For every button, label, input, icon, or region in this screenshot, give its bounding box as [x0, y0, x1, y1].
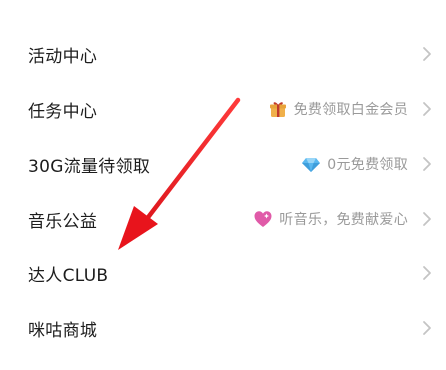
menu-item-label: 任务中心	[28, 101, 98, 122]
menu-item-label: 达人CLUB	[28, 265, 109, 286]
menu-item-task-center[interactable]: 任务中心 免费领取白金会员	[0, 82, 446, 136]
chevron-right-icon	[422, 320, 432, 336]
menu-item-migu-mall[interactable]: 咪咕商城	[0, 301, 446, 355]
menu-item-music-charity[interactable]: 音乐公益 听音乐，免费献爱心	[0, 192, 446, 246]
menu-item-right	[414, 320, 432, 336]
menu-item-hint: 听音乐，免费献爱心	[279, 212, 408, 228]
menu-item-right	[414, 265, 432, 281]
gift-icon	[268, 99, 288, 119]
menu-item-label: 音乐公益	[28, 211, 98, 232]
settings-screen: 活动中心 任务中心 免费领取白金会员 30G流量待领取 0元免费领取 音乐公益 …	[0, 0, 446, 370]
menu-item-data-reward[interactable]: 30G流量待领取 0元免费领取	[0, 137, 446, 191]
diamond-icon	[301, 154, 321, 174]
menu-item-label: 活动中心	[28, 46, 98, 67]
chevron-right-icon	[422, 46, 432, 62]
chevron-right-icon	[422, 101, 432, 117]
chevron-right-icon	[422, 156, 432, 172]
menu-item-right: 免费领取白金会员	[268, 99, 432, 119]
menu-item-label: 咪咕商城	[28, 320, 98, 341]
menu-item-right: 0元免费领取	[301, 154, 432, 174]
menu-item-activity-center[interactable]: 活动中心	[0, 27, 446, 81]
menu-item-right: 听音乐，免费献爱心	[253, 209, 432, 229]
menu-item-right	[414, 46, 432, 62]
menu-item-talent-club[interactable]: 达人CLUB	[0, 246, 446, 300]
chevron-right-icon	[422, 265, 432, 281]
menu-item-hint: 0元免费领取	[327, 157, 408, 173]
menu-list: 活动中心 任务中心 免费领取白金会员 30G流量待领取 0元免费领取 音乐公益 …	[0, 0, 446, 370]
heart-icon	[253, 209, 273, 229]
chevron-right-icon	[422, 211, 432, 227]
menu-item-hint: 免费领取白金会员	[293, 102, 408, 118]
menu-item-label: 30G流量待领取	[28, 156, 151, 177]
